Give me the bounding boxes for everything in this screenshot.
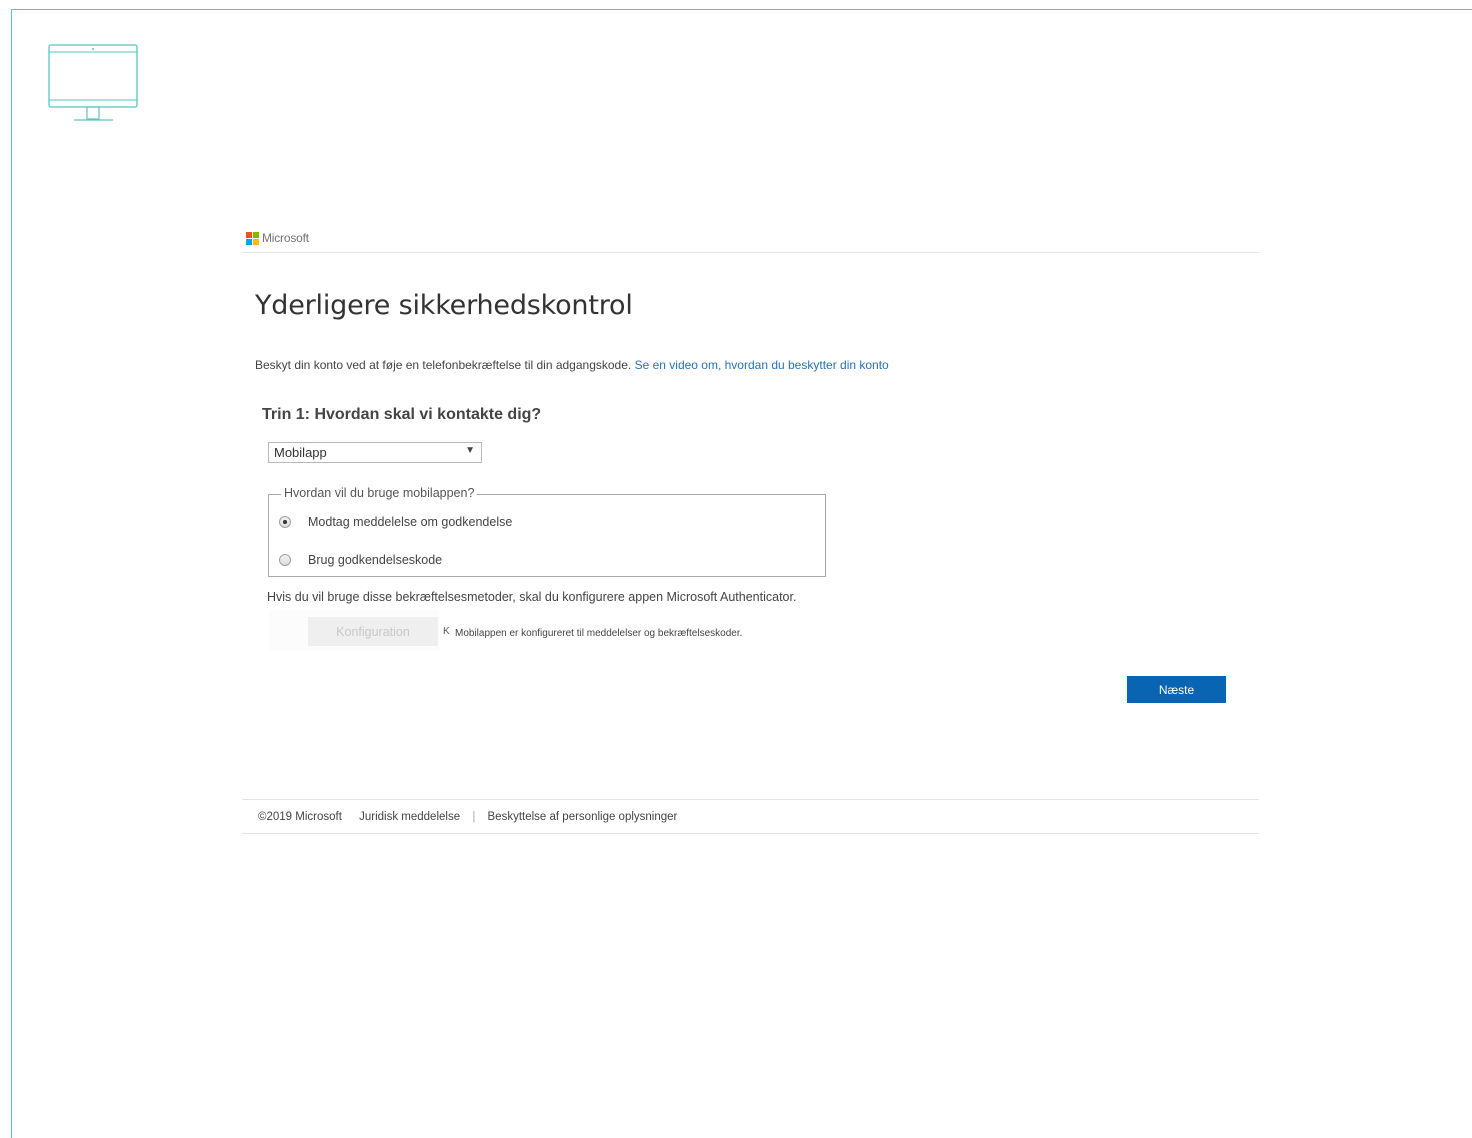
intro-text: Beskyt din konto ved at føje en telefonb… bbox=[255, 358, 889, 372]
footer-separator: | bbox=[472, 811, 476, 823]
configuration-button[interactable]: Konfiguration bbox=[308, 617, 438, 646]
microsoft-logo: Microsoft bbox=[246, 231, 309, 245]
dropdown-arrow-icon: ▼ bbox=[465, 445, 475, 456]
legal-notice-link[interactable]: Juridisk meddelelse bbox=[359, 811, 460, 823]
privacy-link[interactable]: Beskyttelse af personlige oplysninger bbox=[488, 811, 678, 823]
video-link[interactable]: Se en video om, hvordan du beskytter din… bbox=[635, 358, 889, 372]
radio-notification-label[interactable]: Modtag meddelelse om godkendelse bbox=[308, 515, 512, 529]
intro-description: Beskyt din konto ved at føje en telefonb… bbox=[255, 358, 632, 372]
radio-verification-code-label[interactable]: Brug godkendelseskode bbox=[308, 553, 442, 567]
mobile-app-options: Hvordan vil du bruge mobilappen? Modtag … bbox=[268, 486, 826, 577]
footer-top-divider bbox=[242, 799, 1259, 800]
logo-square-yellow bbox=[253, 238, 259, 245]
next-button[interactable]: Næste bbox=[1127, 676, 1226, 703]
footer-bottom-divider bbox=[242, 833, 1259, 834]
logo-square-red bbox=[246, 231, 252, 238]
page-title: Yderligere sikkerhedskontrol bbox=[255, 290, 633, 321]
radio-notification[interactable]: Modtag meddelelse om godkendelse bbox=[279, 515, 512, 529]
radio-notification-control[interactable] bbox=[279, 516, 291, 528]
mobile-app-legend: Hvordan vil du bruge mobilappen? bbox=[281, 486, 478, 500]
footer: ©2019 Microsoft Juridisk meddelelse | Be… bbox=[258, 811, 677, 823]
radio-verification-code[interactable]: Brug godkendelseskode bbox=[279, 553, 442, 567]
microsoft-logo-icon bbox=[246, 231, 259, 245]
configuration-marker: K bbox=[443, 626, 450, 637]
logo-square-green bbox=[253, 231, 259, 238]
contact-method-dropdown[interactable]: Mobilapp ▼ bbox=[268, 442, 482, 463]
logo-square-blue bbox=[246, 238, 252, 245]
desktop-monitor-icon bbox=[48, 44, 138, 121]
copyright: ©2019 Microsoft bbox=[258, 811, 342, 823]
contact-method-value: Mobilapp bbox=[274, 445, 327, 460]
step1-heading: Trin 1: Hvordan skal vi kontakte dig? bbox=[262, 406, 542, 423]
authenticator-note: Hvis du vil bruge disse bekræftelsesmeto… bbox=[267, 590, 797, 604]
radio-verification-code-control[interactable] bbox=[279, 554, 291, 566]
microsoft-wordmark: Microsoft bbox=[262, 231, 309, 245]
configuration-status: Mobilappen er konfigureret til meddelels… bbox=[455, 628, 743, 639]
header-divider bbox=[242, 252, 1259, 253]
